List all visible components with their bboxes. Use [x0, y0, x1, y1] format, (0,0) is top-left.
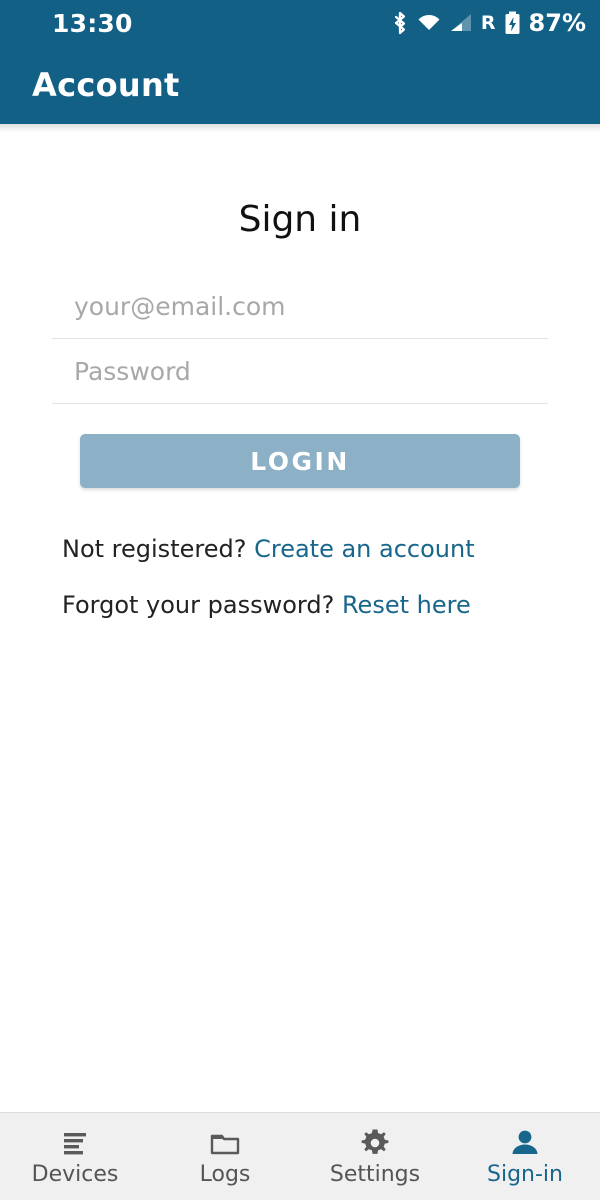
status-bar-icons: R 87%: [391, 10, 586, 36]
title-bar: Account: [0, 46, 600, 124]
cellular-signal-icon: [449, 10, 473, 36]
battery-percentage: 87%: [528, 9, 586, 37]
app-header: 13:30 R 87% Account: [0, 0, 600, 124]
nav-item-settings[interactable]: Settings: [300, 1113, 450, 1200]
forgot-prompt-label: Forgot your password?: [62, 591, 335, 620]
create-account-link[interactable]: Create an account: [254, 535, 475, 563]
nav-label-devices: Devices: [31, 1161, 119, 1187]
roaming-icon: R: [480, 11, 496, 34]
bottom-navigation-bar: Devices Logs Settings Sign-in: [0, 1112, 600, 1200]
auth-links: Not registered? Create an account Forgot…: [62, 536, 600, 619]
main-content: Sign in LOGIN Not registered? Create an …: [0, 124, 600, 1112]
login-button-container: LOGIN: [52, 434, 548, 488]
reset-password-link[interactable]: Reset here: [342, 591, 471, 619]
password-field-row: [52, 339, 548, 404]
wifi-icon: [416, 10, 442, 36]
page-title: Account: [32, 66, 180, 104]
sign-in-heading: Sign in: [238, 199, 362, 240]
bluetooth-icon: [391, 10, 409, 36]
login-button[interactable]: LOGIN: [80, 434, 520, 488]
register-row: Not registered? Create an account: [62, 536, 600, 562]
forgot-password-row: Forgot your password? Reset here: [62, 592, 600, 618]
nav-item-logs[interactable]: Logs: [150, 1113, 300, 1200]
person-icon: [510, 1128, 540, 1158]
nav-label-sign-in: Sign-in: [487, 1161, 563, 1187]
email-input[interactable]: [52, 291, 548, 321]
list-lines-icon: [60, 1128, 90, 1158]
status-bar: 13:30 R 87%: [0, 0, 600, 46]
app-root: 13:30 R 87% Account Sign in your@email.c…: [0, 0, 600, 1200]
register-prompt-label: Not registered?: [62, 535, 247, 563]
password-input[interactable]: [52, 356, 548, 386]
folder-icon: [209, 1128, 241, 1158]
email-field-row: [52, 274, 548, 339]
status-bar-clock: 13:30: [52, 8, 133, 38]
nav-label-logs: Logs: [199, 1161, 251, 1187]
nav-item-devices[interactable]: Devices: [0, 1113, 150, 1200]
nav-label-settings: Settings: [329, 1161, 421, 1187]
sign-in-form: [52, 238, 548, 404]
battery-charging-icon: [504, 10, 521, 36]
nav-item-sign-in[interactable]: Sign-in: [450, 1113, 600, 1200]
gear-icon: [360, 1128, 390, 1158]
